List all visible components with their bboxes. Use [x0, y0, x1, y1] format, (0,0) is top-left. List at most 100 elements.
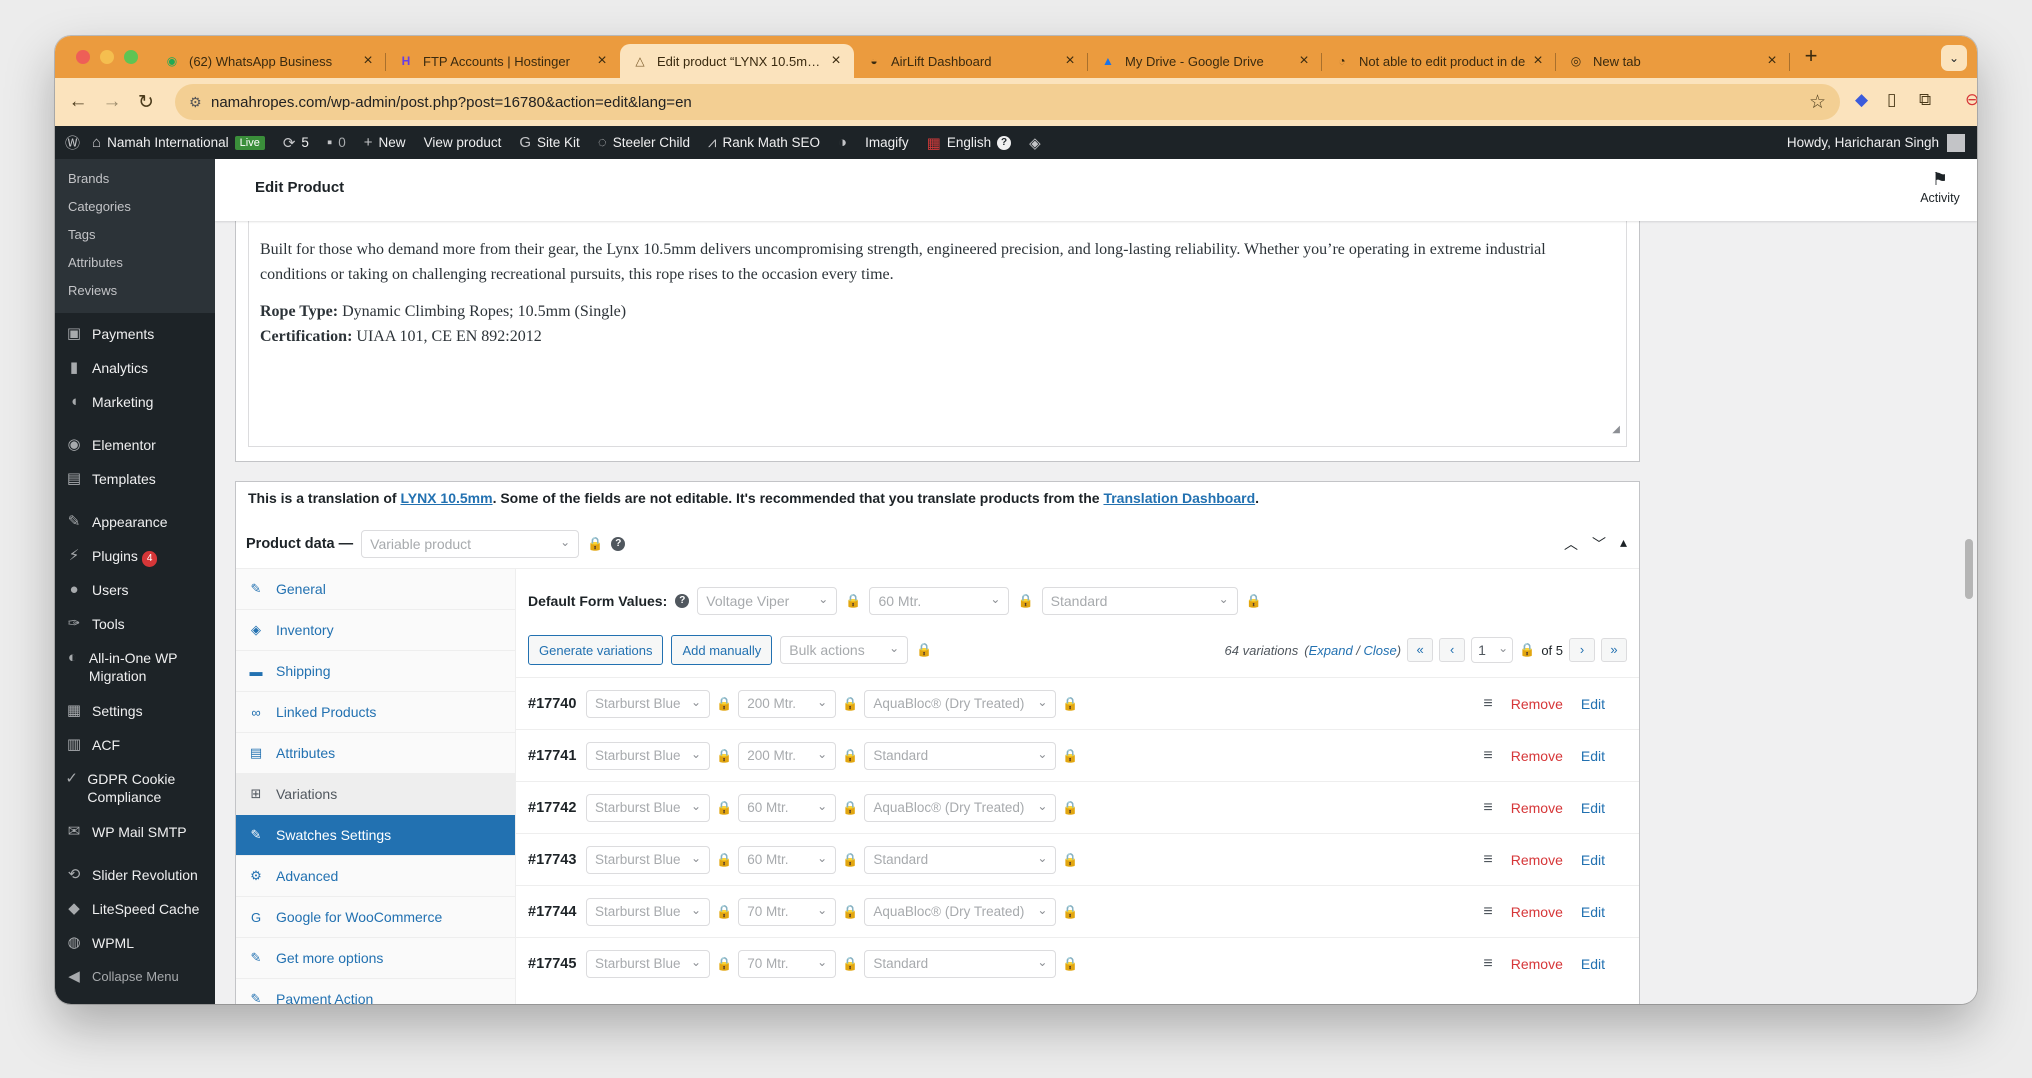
profile-icon[interactable]: ⊖: [1965, 90, 1977, 110]
sidebar-item-litespeed[interactable]: ◆ LiteSpeed Cache: [55, 892, 215, 926]
original-product-link[interactable]: LYNX 10.5mm: [400, 490, 492, 506]
sidebar-item-slider-revolution[interactable]: ⟲ Slider Revolution: [55, 858, 215, 892]
variation-treatment-select[interactable]: AquaBloc® (Dry Treated) ⌄: [864, 897, 1057, 926]
remove-variation-link[interactable]: Remove: [1511, 800, 1563, 816]
tab-variations[interactable]: ⊞ Variations: [236, 774, 515, 815]
variation-length-select[interactable]: 200 Mtr. ⌄: [738, 741, 837, 770]
generate-variations-button[interactable]: Generate variations: [528, 635, 664, 665]
variation-treatment-select[interactable]: Standard ⌄: [864, 949, 1057, 978]
close-tab-icon[interactable]: ×: [1296, 52, 1312, 70]
tab-swatches-settings[interactable]: ✎ Swatches Settings: [236, 815, 515, 856]
browser-tab-airlift[interactable]: ◒ AirLift Dashboard ×: [854, 44, 1088, 78]
sidebar-item-templates[interactable]: ▤ Templates: [55, 462, 215, 496]
language-switcher[interactable]: ▦ English?: [927, 134, 1012, 152]
drag-handle-icon[interactable]: ≡: [1483, 799, 1492, 817]
expand-link[interactable]: Expand: [1309, 643, 1353, 658]
close-window-button[interactable]: [76, 50, 90, 64]
sidebar-item-gdpr[interactable]: ✓ GDPR Cookie Compliance: [55, 762, 215, 815]
view-product-link[interactable]: View product: [424, 135, 502, 150]
close-tab-icon[interactable]: ×: [1764, 52, 1780, 70]
drag-handle-icon[interactable]: ≡: [1483, 903, 1492, 921]
default-treatment-select[interactable]: Standard ⌄: [1041, 587, 1238, 615]
variation-color-select[interactable]: Starburst Blue ⌄: [586, 845, 710, 874]
variation-color-select[interactable]: Starburst Blue ⌄: [586, 741, 710, 770]
sidebar-item-analytics[interactable]: ▮ Analytics: [55, 351, 215, 385]
variation-length-select[interactable]: 200 Mtr. ⌄: [738, 689, 837, 718]
add-manually-button[interactable]: Add manually: [671, 635, 773, 665]
variation-treatment-select[interactable]: Standard ⌄: [864, 845, 1057, 874]
drag-handle-icon[interactable]: ≡: [1483, 695, 1492, 713]
bulk-actions-select[interactable]: Bulk actions ⌄: [780, 636, 909, 664]
variation-row[interactable]: #17740 Starburst Blue ⌄ 🔒 200 Mtr. ⌄ 🔒 AquaBloc…: [516, 677, 1639, 729]
variation-color-select[interactable]: Starburst Blue ⌄: [586, 689, 710, 718]
tab-shipping[interactable]: ▬ Shipping: [236, 651, 515, 692]
edit-variation-link[interactable]: Edit: [1581, 748, 1605, 764]
extensions-puzzle-icon[interactable]: ⧉: [1919, 90, 1931, 110]
variation-color-select[interactable]: Starburst Blue ⌄: [586, 897, 710, 926]
next-page-button[interactable]: ›: [1569, 638, 1595, 662]
new-tab-button[interactable]: +: [1794, 40, 1828, 74]
page-scrollbar[interactable]: [1965, 539, 1973, 599]
sidebar-item-migration[interactable]: ◐ All-in-One WP Migration: [55, 641, 215, 694]
move-down-icon[interactable]: ﹀: [1592, 534, 1606, 554]
tab-inventory[interactable]: ◈ Inventory: [236, 610, 515, 651]
default-color-select[interactable]: Voltage Viper ⌄: [697, 587, 838, 615]
rank-math-link[interactable]: ⩘ Rank Math SEO: [708, 134, 820, 151]
reload-button[interactable]: ↻: [129, 91, 163, 114]
edit-variation-link[interactable]: Edit: [1581, 696, 1605, 712]
comments-link[interactable]: ▪ 0: [327, 134, 346, 151]
sidebar-item-settings[interactable]: ▦ Settings: [55, 694, 215, 728]
variation-treatment-select[interactable]: Standard ⌄: [864, 741, 1057, 770]
theme-link[interactable]: ◌ Steeler Child: [598, 134, 690, 151]
submenu-item-tags[interactable]: Tags: [55, 221, 215, 249]
updates-link[interactable]: ⟳ 5: [283, 134, 309, 152]
page-select[interactable]: 1 ⌄: [1471, 637, 1514, 663]
last-page-button[interactable]: »: [1601, 638, 1627, 662]
move-up-icon[interactable]: ︿: [1564, 534, 1578, 554]
hummingbird-icon[interactable]: ◑: [838, 134, 847, 151]
translation-dashboard-link[interactable]: Translation Dashboard: [1103, 490, 1255, 506]
sidebar-item-payments[interactable]: ▣ Payments: [55, 317, 215, 351]
site-kit-link[interactable]: G Site Kit: [519, 134, 579, 151]
remove-variation-link[interactable]: Remove: [1511, 852, 1563, 868]
tab-google-for-woocommerce[interactable]: G Google for WooCommerce: [236, 897, 515, 938]
wpml-diamond-icon[interactable]: ◈: [1029, 134, 1041, 152]
variation-row[interactable]: #17743 Starburst Blue ⌄ 🔒 60 Mtr. ⌄ 🔒 Standard ⌄…: [516, 833, 1639, 885]
sidebar-item-appearance[interactable]: ✎ Appearance: [55, 505, 215, 539]
variation-row[interactable]: #17744 Starburst Blue ⌄ 🔒 70 Mtr. ⌄ 🔒 AquaBloc®…: [516, 885, 1639, 937]
variation-row[interactable]: #17745 Starburst Blue ⌄ 🔒 70 Mtr. ⌄ 🔒 Standard ⌄…: [516, 937, 1639, 989]
bookmark-star-icon[interactable]: ☆: [1809, 91, 1826, 114]
forward-button[interactable]: →: [95, 91, 129, 113]
drag-handle-icon[interactable]: ≡: [1483, 851, 1492, 869]
tab-general[interactable]: ✎ General: [236, 569, 515, 610]
close-tab-icon[interactable]: ×: [360, 52, 376, 70]
close-tab-icon[interactable]: ×: [1530, 52, 1546, 70]
variation-color-select[interactable]: Starburst Blue ⌄: [586, 949, 710, 978]
tab-advanced[interactable]: ⚙ Advanced: [236, 856, 515, 897]
collapse-menu-button[interactable]: ◀ Collapse Menu: [55, 960, 215, 994]
close-tab-icon[interactable]: ×: [594, 52, 610, 70]
remove-variation-link[interactable]: Remove: [1511, 956, 1563, 972]
variation-length-select[interactable]: 60 Mtr. ⌄: [738, 793, 837, 822]
remove-variation-link[interactable]: Remove: [1511, 748, 1563, 764]
close-tab-icon[interactable]: ×: [828, 52, 844, 70]
variation-treatment-select[interactable]: AquaBloc® (Dry Treated) ⌄: [864, 689, 1057, 718]
imagify-link[interactable]: Imagify: [865, 135, 909, 150]
product-type-select[interactable]: Variable product ⌄: [361, 530, 580, 558]
maximize-window-button[interactable]: [124, 50, 138, 64]
close-link[interactable]: Close: [1364, 643, 1397, 658]
sidebar-item-users[interactable]: ● Users: [55, 573, 215, 607]
extension-icon[interactable]: ◆: [1855, 90, 1868, 110]
variation-row[interactable]: #17742 Starburst Blue ⌄ 🔒 60 Mtr. ⌄ 🔒 AquaBloc®…: [516, 781, 1639, 833]
browser-tab-new[interactable]: ◎ New tab ×: [1556, 44, 1790, 78]
browser-tab-edit-product[interactable]: △ Edit product “LYNX 10.5mm” ‹ ×: [620, 44, 854, 78]
minimize-window-button[interactable]: [100, 50, 114, 64]
site-info-icon[interactable]: ⚙: [189, 94, 211, 111]
resize-handle-icon[interactable]: ◢: [1612, 417, 1620, 442]
sidebar-item-elementor[interactable]: ◉ Elementor: [55, 428, 215, 462]
address-bar[interactable]: ⚙ namahropes.com/wp-admin/post.php?post=…: [175, 84, 1840, 120]
tab-search-button[interactable]: ⌄: [1941, 45, 1967, 71]
reading-list-icon[interactable]: ▯: [1887, 90, 1896, 110]
edit-variation-link[interactable]: Edit: [1581, 904, 1605, 920]
toggle-panel-icon[interactable]: ▴: [1620, 534, 1627, 554]
